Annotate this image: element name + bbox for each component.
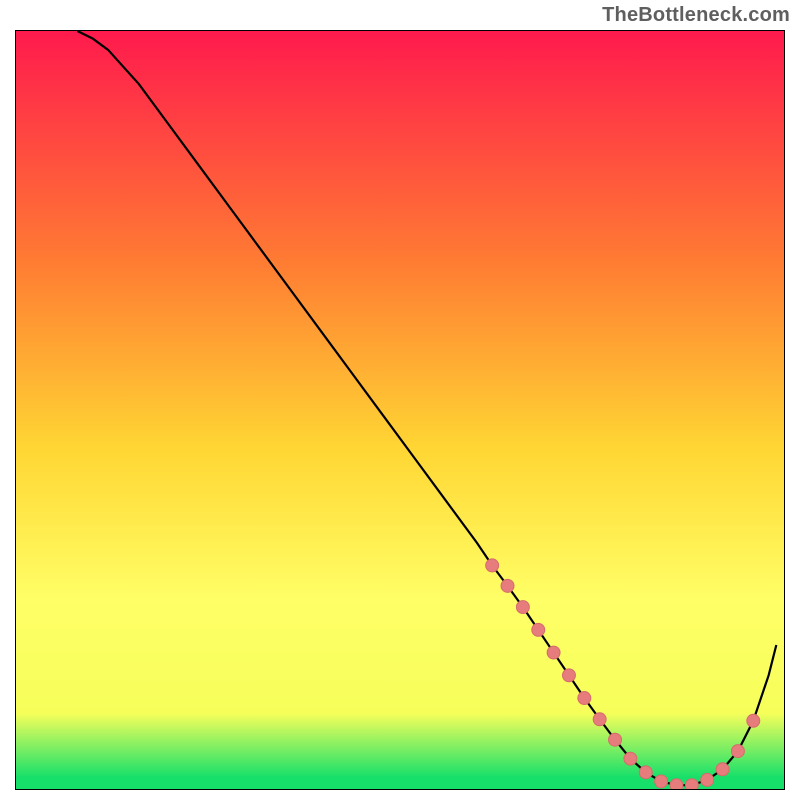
curve-marker [701,773,714,786]
curve-marker [578,692,591,705]
plot-area [15,30,785,790]
chart-container: TheBottleneck.com [0,0,800,800]
curve-marker [747,714,760,727]
plot-svg [16,31,784,789]
curve-marker [624,752,637,765]
curve-marker [562,669,575,682]
curve-marker [593,713,606,726]
attribution-text: TheBottleneck.com [602,4,790,27]
curve-marker [639,766,652,779]
curve-marker [670,779,683,789]
curve-marker [731,745,744,758]
curve-marker [685,779,698,789]
gradient-background [16,31,784,789]
curve-marker [655,775,668,788]
curve-marker [547,646,560,659]
curve-marker [516,601,529,614]
curve-marker [716,763,729,776]
curve-marker [609,733,622,746]
curve-marker [532,623,545,636]
curve-marker [501,579,514,592]
curve-marker [486,559,499,572]
